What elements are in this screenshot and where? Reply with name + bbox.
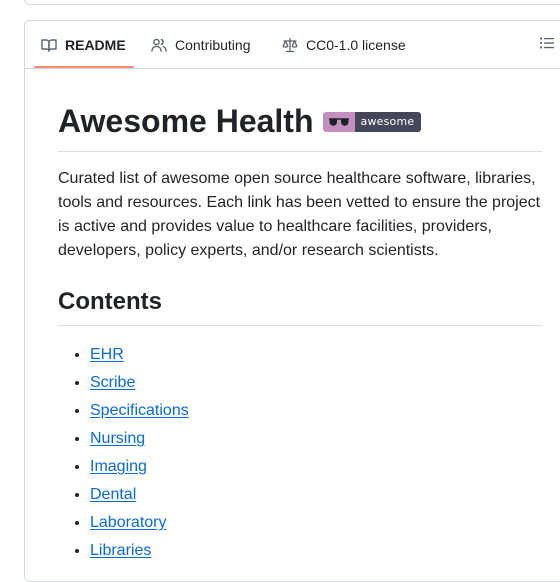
badge-label: awesome bbox=[354, 112, 422, 132]
toc-link-nursing[interactable]: Nursing bbox=[90, 430, 145, 447]
toc-link-libraries[interactable]: Libraries bbox=[90, 542, 151, 559]
toc-link-dental[interactable]: Dental bbox=[90, 486, 136, 503]
list-item: Scribe bbox=[90, 369, 189, 397]
previous-panel bbox=[24, 0, 560, 5]
awesome-badge[interactable]: awesome bbox=[322, 112, 422, 132]
people-icon bbox=[151, 38, 167, 52]
title-divider bbox=[58, 151, 542, 152]
list-item: Libraries bbox=[90, 537, 189, 565]
toc-link-ehr[interactable]: EHR bbox=[90, 346, 124, 363]
list-item: Imaging bbox=[90, 453, 189, 481]
active-tab-indicator bbox=[34, 66, 134, 68]
law-icon bbox=[282, 37, 298, 52]
toc-link-specifications[interactable]: Specifications bbox=[90, 402, 189, 419]
description: Curated list of awesome open source heal… bbox=[58, 170, 541, 259]
tab-contributing-label: Contributing bbox=[175, 36, 251, 53]
list-item: EHR bbox=[90, 341, 189, 369]
tab-readme[interactable]: README bbox=[41, 21, 126, 68]
contents-divider bbox=[58, 325, 542, 326]
sunglasses-icon bbox=[322, 112, 355, 132]
list-item: Specifications bbox=[90, 397, 189, 425]
page-title-text: Awesome Health bbox=[58, 103, 314, 139]
contents-list: EHR Scribe Specifications Nursing Imagin… bbox=[58, 341, 189, 565]
tab-contributing[interactable]: Contributing bbox=[151, 21, 251, 68]
book-icon bbox=[41, 38, 57, 52]
toc-link-imaging[interactable]: Imaging bbox=[90, 458, 147, 475]
tab-license-label: CC0-1.0 license bbox=[306, 36, 406, 53]
toc-link-laboratory[interactable]: Laboratory bbox=[90, 514, 167, 531]
readme-panel: README Contributing CC0-1.0 license Awes… bbox=[24, 20, 560, 582]
list-item: Nursing bbox=[90, 425, 189, 453]
tab-license[interactable]: CC0-1.0 license bbox=[282, 21, 406, 68]
toc-link-scribe[interactable]: Scribe bbox=[90, 374, 135, 391]
list-item: Dental bbox=[90, 481, 189, 509]
list-unordered-icon bbox=[540, 37, 554, 49]
readme-tabbar: README Contributing CC0-1.0 license bbox=[25, 21, 560, 69]
outline-button[interactable] bbox=[539, 35, 555, 56]
list-item: Laboratory bbox=[90, 509, 189, 537]
tab-readme-label: README bbox=[65, 36, 126, 53]
page-title: Awesome Health awesome bbox=[58, 101, 422, 141]
contents-heading: Contents bbox=[58, 288, 162, 315]
